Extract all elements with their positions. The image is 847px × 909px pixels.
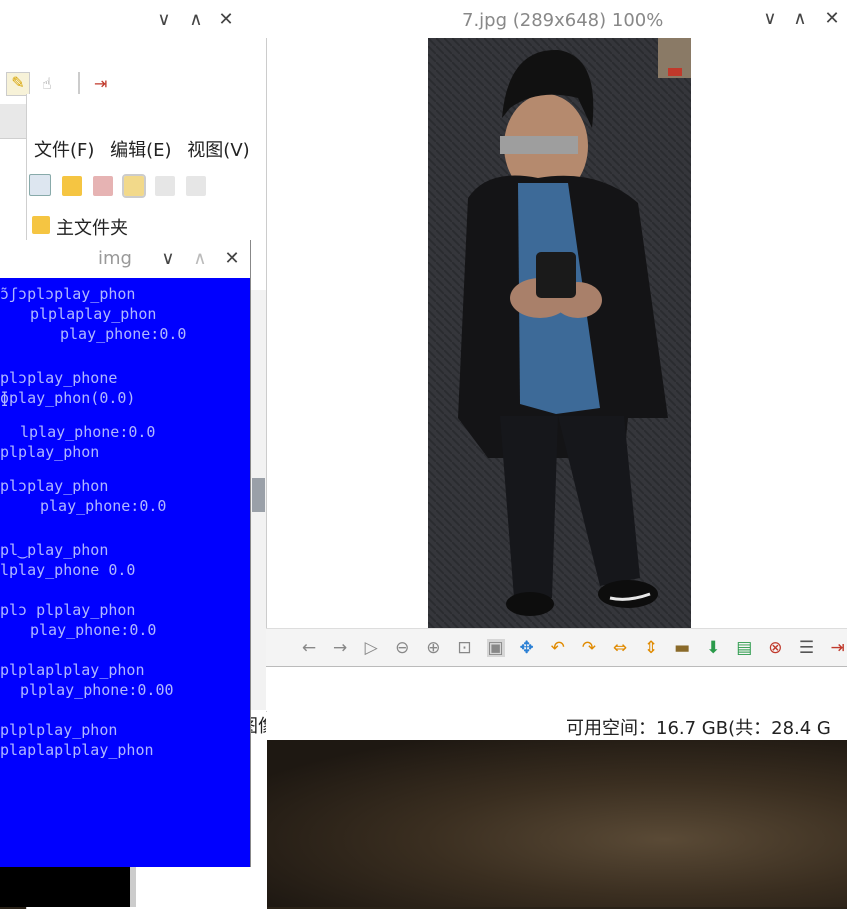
garbled-line: play_phone:0.0 — [40, 497, 167, 515]
image-viewer-title: 7.jpg (289x648) 100% — [462, 10, 664, 31]
photo-illustration — [428, 38, 691, 628]
desktop-wallpaper — [240, 738, 847, 907]
preferences-icon[interactable]: ☰ — [798, 639, 816, 657]
maximize-button[interactable]: ∧ — [788, 7, 812, 31]
minimize-button[interactable]: ∨ — [152, 8, 176, 32]
img-window-titlebar: img ∨ ∧ ✕ — [0, 240, 250, 278]
file-manager-view-toolbar — [26, 168, 266, 204]
garbled-line: play_phone:0.0 — [30, 621, 157, 639]
zoom-in-icon[interactable]: ⊕ — [424, 639, 442, 657]
file-manager-titlebar: ∨ ∧ ✕ — [0, 0, 266, 42]
photo-person-holding-phone — [428, 38, 691, 628]
flip-vertical-icon[interactable]: ⇕ — [642, 639, 660, 657]
minimize-button[interactable]: ∨ — [156, 247, 180, 271]
menu-edit[interactable]: 编辑(E) — [110, 140, 171, 161]
quit-icon[interactable]: ⇥ — [829, 639, 847, 657]
new-window-icon[interactable] — [29, 174, 51, 196]
new-folder-icon[interactable] — [62, 176, 83, 196]
hand-icon[interactable]: ☝ — [42, 74, 62, 94]
exit-icon[interactable]: ⇥ — [94, 74, 114, 94]
save-icon[interactable]: ⬇ — [704, 639, 722, 657]
garbled-line: lplay_phone 0.0 — [0, 561, 136, 579]
rotate-right-icon[interactable]: ↷ — [580, 639, 598, 657]
rotate-left-icon[interactable]: ↶ — [549, 639, 567, 657]
garbled-line: plplplay_phon — [0, 721, 118, 739]
play-icon[interactable]: ▷ — [362, 639, 380, 657]
image-viewer-empty-area — [266, 666, 847, 711]
file-manager-menubar: 文件(F) 编辑(E) 视图(V) — [26, 128, 266, 166]
garbled-line: ɸplay_phon(0.0) — [0, 389, 136, 407]
garbled-line: plplaplplay_phon — [0, 661, 145, 679]
garbled-line: plplay_phon — [0, 443, 100, 461]
file-manager-lower-pane — [130, 866, 246, 907]
garbled-line: plɔplay_phon — [0, 477, 109, 495]
garbled-line: lplay_phone:0.0 — [20, 423, 156, 441]
fit-icon[interactable]: ⊡ — [455, 639, 473, 657]
delete-icon[interactable]: ⊗ — [766, 639, 784, 657]
garbled-line: plaplaplplay_phon — [0, 741, 154, 759]
garbled-line: plɔplay_phone — [0, 369, 118, 387]
image-viewer-toolbar: ← → ▷ ⊖ ⊕ ⊡ ▣ ✥ ↶ ↷ ⇔ ⇕ ▬ ⬇ ▤ ⊗ ☰ ⇥ — [266, 628, 847, 667]
close-button[interactable]: ✕ — [220, 247, 244, 271]
fullscreen-icon[interactable]: ✥ — [518, 639, 536, 657]
brush-icon[interactable]: ✎ — [6, 72, 30, 96]
list-view-icon[interactable] — [186, 176, 207, 196]
flip-horizontal-icon[interactable]: ⇔ — [611, 639, 629, 657]
location-label[interactable]: 主文件夹 — [56, 214, 128, 240]
thumbnail-view-icon[interactable] — [93, 176, 114, 196]
garbled-line: plplay_phone:0.00 — [20, 681, 174, 699]
previous-icon[interactable]: ← — [300, 639, 318, 657]
garbled-line: pl‿play_phon — [0, 541, 109, 559]
icon-view-icon[interactable] — [122, 174, 147, 198]
garbled-line: ɔ̃ʃɔplɔplay_phon — [0, 285, 136, 303]
menu-view[interactable]: 视图(V) — [187, 140, 249, 161]
free-space-label: 可用空间：16.7 GB(共：28.4 G — [566, 718, 831, 739]
file-manager-status-bar: 可用空间：16.7 GB(共：28.4 G — [266, 712, 847, 740]
compact-view-icon[interactable] — [155, 176, 176, 196]
file-manager-lower-panel — [0, 866, 130, 907]
home-folder-icon — [32, 216, 50, 234]
next-icon[interactable]: → — [331, 639, 349, 657]
open-folder-icon[interactable]: ▬ — [673, 639, 691, 657]
garbled-line: plplaplay_phon — [30, 305, 157, 323]
img-window-title: img — [98, 248, 132, 269]
location-bar: 主文件夹 — [26, 208, 266, 242]
zoom-out-icon[interactable]: ⊖ — [393, 639, 411, 657]
menu-file[interactable]: 文件(F) — [34, 140, 94, 161]
close-button[interactable]: ✕ — [820, 7, 844, 31]
garbled-line: play_phone:0.0 — [60, 325, 187, 343]
image-viewer-titlebar: 7.jpg (289x648) 100% ∨ ∧ ✕ — [266, 0, 847, 38]
garbled-text-canvas: ɔ̃ʃɔplɔplay_phon plplaplay_phon play_pho… — [0, 278, 250, 867]
garbled-line: plɔ plplay_phon — [0, 601, 136, 619]
toolbar-divider — [78, 72, 80, 96]
original-size-icon[interactable]: ▣ — [486, 639, 505, 657]
maximize-button[interactable]: ∧ — [184, 8, 208, 32]
save-as-icon[interactable]: ▤ — [735, 639, 753, 657]
close-button[interactable]: ✕ — [214, 8, 238, 32]
scrollbar-thumb[interactable] — [252, 478, 265, 512]
minimize-button[interactable]: ∨ — [758, 7, 782, 31]
maximize-button[interactable]: ∧ — [188, 247, 212, 271]
